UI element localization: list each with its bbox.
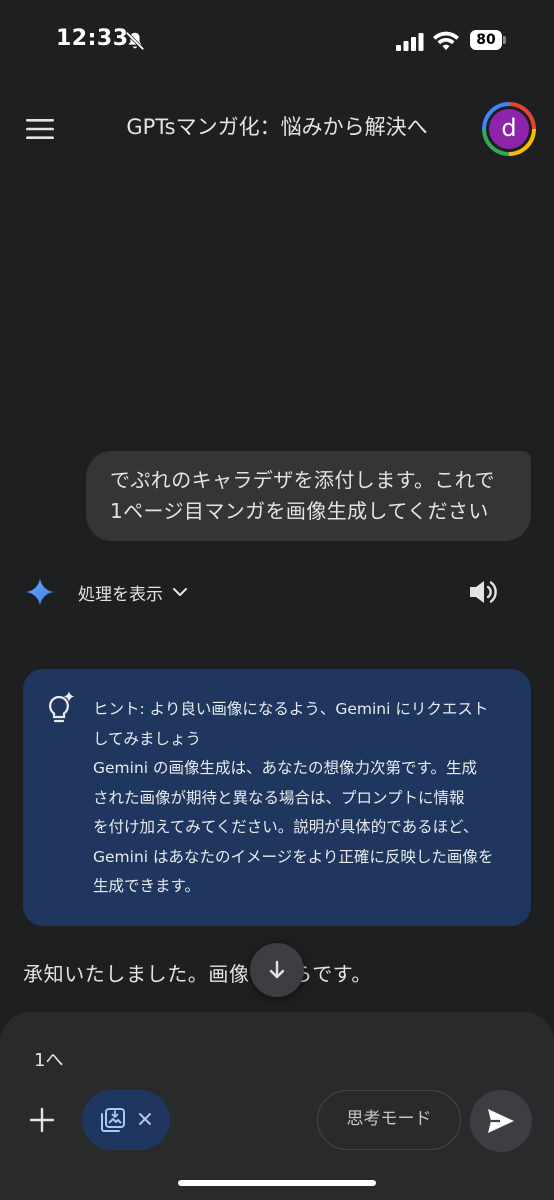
composer <box>0 1012 554 1200</box>
wifi-icon <box>433 31 459 50</box>
lightbulb-icon <box>49 691 75 723</box>
avatar-letter: d <box>489 109 529 149</box>
thinking-mode-button[interactable]: 思考モード <box>317 1090 461 1150</box>
hint-text: ヒント: より良い画像になるよう、Gemini にリクエスト してみましょう G… <box>93 695 513 902</box>
hint-line: してみましょう <box>93 729 202 748</box>
add-icon[interactable] <box>28 1106 56 1134</box>
user-message-line: でぷれのキャラデザを添付します。これで <box>110 468 495 492</box>
hint-line: ヒント: より良い画像になるよう、Gemini にリクエスト <box>93 700 489 718</box>
hint-card: ヒント: より良い画像になるよう、Gemini にリクエスト してみましょう G… <box>23 669 531 926</box>
hint-line: 生成できます。 <box>93 877 200 895</box>
menu-icon[interactable] <box>26 118 54 140</box>
battery-icon: 80 <box>470 30 506 50</box>
hint-line: Gemini の画像生成は、あなたの想像力次第です。生成 <box>93 759 477 777</box>
send-icon <box>488 1109 514 1133</box>
show-thinking-label: 処理を表示 <box>78 584 163 605</box>
avatar[interactable]: d <box>482 102 536 156</box>
answer-text: 承知いたしました。画像 ちらです。 <box>23 958 372 987</box>
scroll-down-button[interactable] <box>250 943 304 997</box>
send-button[interactable] <box>470 1090 532 1152</box>
image-attach-icon <box>101 1108 125 1132</box>
show-thinking-button[interactable]: 処理を表示 <box>78 578 189 606</box>
page-title: GPTsマンガ化：悩みから解決へ <box>126 115 428 139</box>
gemini-spark-icon <box>26 578 54 606</box>
bell-off-icon <box>125 31 145 51</box>
hint-line: を付け加えてみてください。説明が具体的であるほど、 <box>93 818 479 836</box>
hint-line: Gemini はあなたのイメージをより正確に反映した画像を <box>93 847 494 866</box>
battery-level: 80 <box>476 32 496 48</box>
chevron-down-icon <box>173 588 187 596</box>
status-time: 12:33 <box>56 26 129 51</box>
user-message-bubble: でぷれのキャラデザを添付します。これで 1ページ目マンガを画像生成してください <box>86 451 531 541</box>
speaker-icon[interactable] <box>468 578 498 606</box>
answer-text-before: 承知いたしました。画像 <box>23 962 250 986</box>
user-message-line: 1ページ目マンガを画像生成してください <box>110 499 489 523</box>
home-indicator <box>178 1180 376 1186</box>
close-icon[interactable] <box>136 1110 154 1128</box>
hint-line: された画像が期待と異なる場合は、プロンプトに情報 <box>93 788 465 807</box>
signal-icon <box>396 33 424 51</box>
attachment-chip[interactable] <box>82 1090 170 1150</box>
arrow-down-icon <box>269 960 285 979</box>
prompt-input[interactable]: 1へ <box>34 1046 63 1072</box>
